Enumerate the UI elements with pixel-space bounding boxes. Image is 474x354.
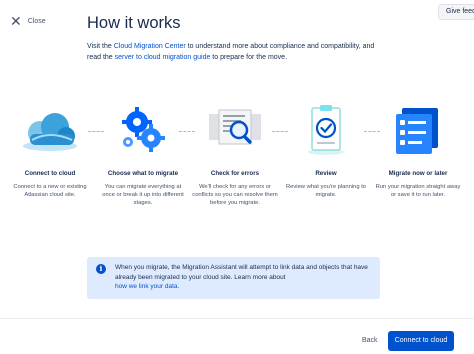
link-data-link[interactable]: how we link your data. [115,283,179,290]
step-description: Connect to a new or existing Atlassian c… [13,184,87,198]
step-migrate-now-or-later: Migrate now or later Run your migration … [373,100,463,199]
back-button[interactable]: Back [356,331,384,351]
gears-icon [122,107,165,152]
step-check-for-errors: Check for errors We'll check for any err… [190,100,280,207]
close-button[interactable]: ✕ Close [10,14,46,28]
magnifier-documents-icon [209,109,261,145]
step-description: You can migrate everything at once or br… [102,184,184,206]
migration-guide-link[interactable]: server to cloud migration guide [115,54,211,61]
step-title: Migrate now or later [388,170,448,177]
give-feedback-button[interactable]: Give feedback [438,4,474,20]
cloud-icon [23,113,77,151]
page-title: How it works [87,14,181,32]
connect-to-cloud-button[interactable]: Connect to cloud [388,331,454,351]
step-choose-what-to-migrate: Choose what to migrate You can migrate e… [98,100,188,207]
cloud-migration-center-link[interactable]: Cloud Migration Center [114,43,186,50]
step-title: Review [315,170,337,177]
step-connect-to-cloud: Connect to cloud Connect to a new or exi… [5,100,95,199]
step-title: Choose what to migrate [107,170,179,177]
footer-divider [0,318,474,319]
calendar-list-icon [396,108,438,154]
clipboard-check-icon [308,105,344,155]
close-icon: ✕ [10,13,22,29]
step-title: Check for errors [210,170,260,177]
step-description: We'll check for any errors or conflicts … [192,184,278,206]
info-banner: i When you migrate, the Migration Assist… [87,257,380,299]
step-description: Run your migration straight away or save… [375,184,461,198]
steps-row: Connect to cloud Connect to a new or exi… [0,100,474,220]
step-description: Review what you're planning to migrate. [285,184,367,198]
close-label: Close [27,17,46,25]
info-icon: i [96,264,106,274]
step-title: Connect to cloud [24,170,76,177]
step-review: Review Review what you're planning to mi… [281,100,371,199]
intro-text: Visit the Cloud Migration Center to unde… [87,43,375,61]
info-text: When you migrate, the Migration Assistan… [115,264,368,281]
